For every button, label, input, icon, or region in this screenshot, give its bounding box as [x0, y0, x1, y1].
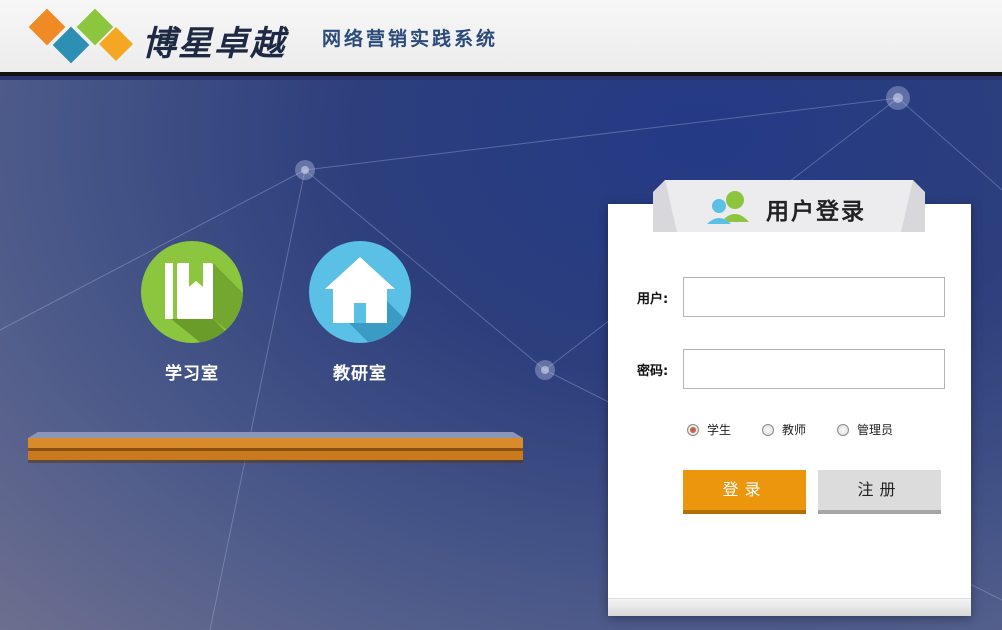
nav-label-study-room: 学习室	[165, 364, 219, 384]
radio-student[interactable]	[687, 423, 699, 436]
radio-teacher[interactable]	[762, 423, 774, 436]
role-label-teacher: 教师	[782, 423, 807, 437]
role-label-student: 学生	[707, 423, 732, 437]
book-icon	[141, 241, 243, 343]
username-input[interactable]	[683, 277, 945, 317]
nav-item-teaching-room[interactable]: 教研室	[309, 241, 411, 384]
role-option-student[interactable]: 学生	[687, 421, 731, 438]
username-label: 用户:	[637, 292, 669, 307]
radio-admin[interactable]	[837, 423, 849, 436]
role-option-admin[interactable]: 管理员	[837, 421, 893, 438]
register-button[interactable]: 注册	[818, 470, 941, 514]
header-bar: 博星卓越 网络营销实践系统	[0, 0, 1002, 76]
card-bottom-edge	[608, 598, 971, 616]
home-icon	[309, 241, 411, 343]
nav-item-study-room[interactable]: 学习室	[141, 241, 243, 384]
password-label: 密码:	[637, 364, 669, 379]
shelf-decoration	[28, 432, 523, 463]
login-card	[608, 204, 971, 616]
role-option-teacher[interactable]: 教师	[762, 421, 806, 438]
password-input[interactable]	[683, 349, 945, 389]
brand-name: 博星卓越	[142, 24, 286, 64]
login-title: 用户登录	[766, 199, 866, 225]
role-label-admin: 管理员	[857, 423, 894, 437]
logo-icon	[28, 8, 133, 64]
system-name: 网络营销实践系统	[322, 28, 499, 50]
login-button[interactable]: 登录	[683, 470, 806, 514]
nav-label-teaching-room: 教研室	[333, 364, 387, 384]
